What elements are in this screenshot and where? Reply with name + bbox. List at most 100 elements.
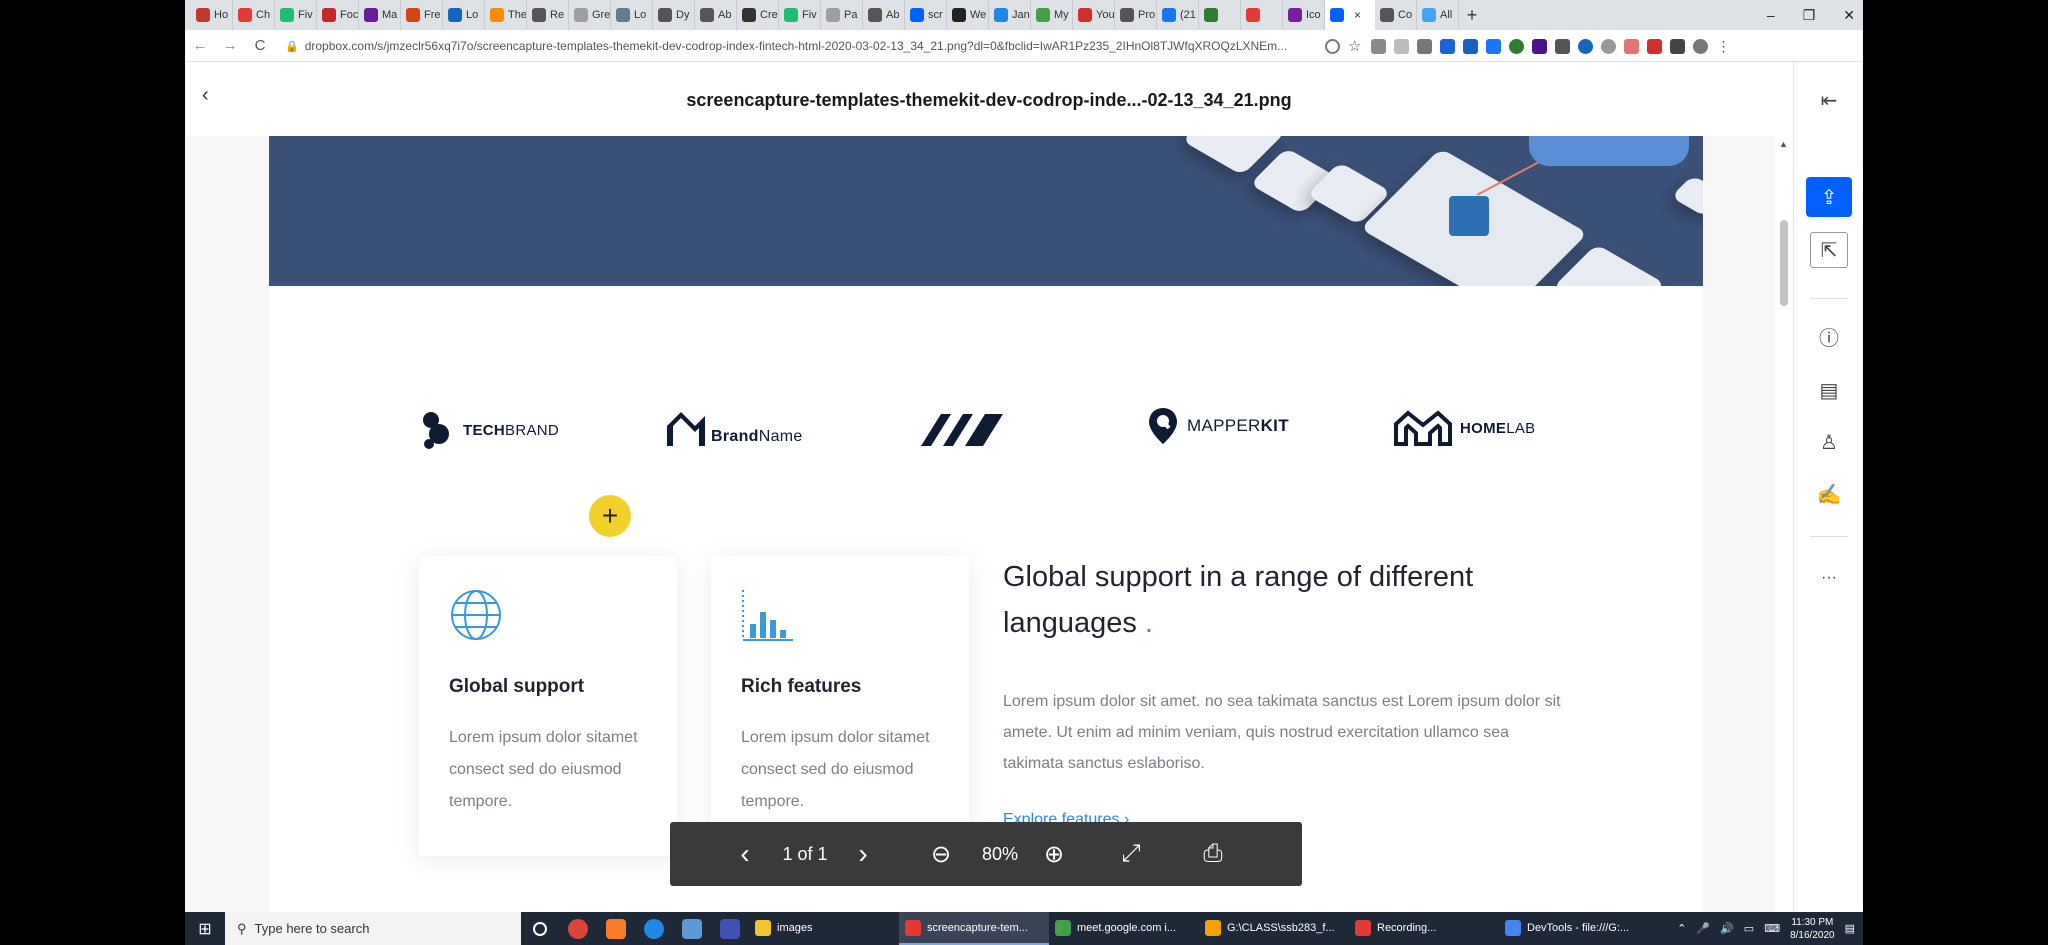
tray-chevron-icon[interactable]: ⌃: [1677, 922, 1686, 935]
browser-tab[interactable]: Ab: [695, 0, 737, 30]
browser-tab[interactable]: Ch: [233, 0, 275, 30]
browser-tab[interactable]: Ma: [359, 0, 401, 30]
browser-tab[interactable]: [1241, 0, 1283, 30]
browser-tab[interactable]: Pa: [821, 0, 863, 30]
taskbar-task[interactable]: G:\CLASS\ssb283_f...: [1199, 912, 1349, 945]
extension-red-icon[interactable]: [1647, 38, 1662, 54]
zoom-icon[interactable]: [1325, 38, 1340, 54]
tab-label: Lo: [634, 9, 647, 21]
close-window-icon[interactable]: ✕: [1843, 7, 1855, 24]
forward-arrow-icon[interactable]: →: [215, 37, 245, 54]
browser-tab[interactable]: Lo: [611, 0, 653, 30]
extension-hex-icon[interactable]: [1532, 38, 1547, 54]
app2-taskbar-icon[interactable]: [711, 918, 749, 939]
browser-tab-active[interactable]: ×: [1325, 0, 1375, 30]
browser-tab[interactable]: Fiv: [275, 0, 317, 30]
scrollbar[interactable]: ▲: [1777, 136, 1791, 912]
browser-tab[interactable]: Ab: [863, 0, 905, 30]
share-icon[interactable]: ⇪: [1806, 177, 1852, 217]
tab-close-icon[interactable]: ×: [1354, 8, 1361, 22]
windows-start-icon[interactable]: ⊞: [185, 919, 225, 939]
zoom-out-icon[interactable]: ⊖: [926, 822, 956, 886]
extension-exit-icon[interactable]: [1624, 38, 1639, 54]
document-viewport[interactable]: TECHBRAND BrandName MAPPERKIT HOMELAB Gl…: [185, 136, 1775, 912]
extension-camera-icon[interactable]: [1417, 38, 1432, 54]
keyboard-icon[interactable]: ⌨: [1764, 922, 1780, 935]
logo-mapperkit-bold: KIT: [1260, 416, 1289, 435]
extension-2-icon[interactable]: [1440, 38, 1455, 54]
zoom-in-icon[interactable]: ⊕: [1039, 822, 1069, 886]
prev-page-icon[interactable]: ‹: [730, 822, 760, 886]
extension-facebook-icon[interactable]: [1486, 38, 1501, 54]
browser-tab[interactable]: Gre: [569, 0, 611, 30]
open-external-icon[interactable]: ⇱: [1810, 232, 1848, 268]
search-placeholder: Type here to search: [254, 921, 370, 936]
print-icon[interactable]: ⎙: [1198, 822, 1228, 886]
taskbar-task[interactable]: images: [749, 912, 899, 945]
browser-tab[interactable]: Foc: [317, 0, 359, 30]
profile-icon[interactable]: [1693, 38, 1708, 54]
microphone-icon[interactable]: 🎤: [1696, 922, 1710, 935]
illustration-server: [1449, 196, 1489, 236]
volume-icon[interactable]: 🔊: [1720, 922, 1734, 935]
stamp-icon[interactable]: ♙: [1806, 422, 1852, 462]
xampp-taskbar-icon[interactable]: [597, 918, 635, 939]
browser-tab[interactable]: My: [1031, 0, 1073, 30]
extension-gear-icon[interactable]: [1601, 38, 1616, 54]
signature-icon[interactable]: ✍: [1806, 474, 1852, 514]
reload-icon[interactable]: C: [245, 37, 275, 54]
new-tab-button[interactable]: +: [1459, 5, 1485, 26]
extension-person-icon[interactable]: [1578, 38, 1593, 54]
browser-tab[interactable]: Ho: [191, 0, 233, 30]
collapse-panel-icon[interactable]: ⇤: [1806, 80, 1852, 120]
tab-favicon-icon: [1078, 8, 1092, 22]
browser-tab[interactable]: Pro: [1115, 0, 1157, 30]
browser-tab[interactable]: Jan: [989, 0, 1031, 30]
browser-tab[interactable]: The: [485, 0, 527, 30]
star-icon[interactable]: ☆: [1348, 39, 1363, 54]
browser-tab[interactable]: Re: [527, 0, 569, 30]
next-page-icon[interactable]: ›: [848, 822, 878, 886]
extension-gmail-icon[interactable]: [1555, 38, 1570, 54]
browser-tab[interactable]: Fre: [401, 0, 443, 30]
network-icon[interactable]: ▭: [1744, 922, 1754, 935]
extension-arrow-icon[interactable]: [1394, 38, 1409, 54]
browser-tab[interactable]: All: [1417, 0, 1459, 30]
notifications-icon[interactable]: ▤: [1845, 922, 1855, 935]
browser-tab[interactable]: scr: [905, 0, 947, 30]
fullscreen-icon[interactable]: ⤢: [1116, 822, 1146, 886]
taskbar-task[interactable]: Recording...: [1349, 912, 1499, 945]
extension-pen-icon[interactable]: [1463, 38, 1478, 54]
scroll-up-icon[interactable]: ▲: [1779, 139, 1788, 149]
browser-tab[interactable]: (21: [1157, 0, 1199, 30]
app-taskbar-icon[interactable]: [673, 918, 711, 939]
browser-tab[interactable]: Dy: [653, 0, 695, 30]
cortana-icon[interactable]: [521, 921, 559, 936]
taskbar-task[interactable]: screencapture-tem...: [899, 912, 1049, 945]
browser-tab[interactable]: Ico: [1283, 0, 1325, 30]
browser-tab[interactable]: [1199, 0, 1241, 30]
browser-tab[interactable]: Co: [1375, 0, 1417, 30]
browser-tab[interactable]: We: [947, 0, 989, 30]
restore-icon[interactable]: ❐: [1803, 7, 1816, 24]
taskbar-task[interactable]: meet.google.com i...: [1049, 912, 1199, 945]
browser-tab[interactable]: Fiv: [779, 0, 821, 30]
extensions-puzzle-icon[interactable]: [1670, 38, 1685, 54]
extension-circle-icon[interactable]: [1509, 38, 1524, 54]
browser-tab[interactable]: You: [1073, 0, 1115, 30]
extension-filter-icon[interactable]: [1371, 38, 1386, 54]
more-options-icon[interactable]: ···: [1806, 558, 1852, 598]
edge-taskbar-icon[interactable]: [635, 918, 673, 939]
clock[interactable]: 11:30 PM 8/16/2020: [1790, 916, 1835, 942]
back-arrow-icon[interactable]: ←: [185, 37, 215, 54]
chrome-taskbar-icon[interactable]: [559, 918, 597, 939]
browser-tab[interactable]: Cre: [737, 0, 779, 30]
taskbar-search-box[interactable]: ⚲ Type here to search: [225, 912, 521, 945]
info-icon[interactable]: ⓘ: [1806, 316, 1852, 356]
minimize-icon[interactable]: –: [1767, 7, 1775, 23]
menu-kebab-icon[interactable]: ⋮: [1716, 38, 1731, 54]
scroll-thumb[interactable]: [1780, 220, 1788, 306]
browser-tab[interactable]: Lo: [443, 0, 485, 30]
comment-icon[interactable]: ▤: [1806, 370, 1852, 410]
taskbar-task[interactable]: DevTools - file:///G:...: [1499, 912, 1649, 945]
